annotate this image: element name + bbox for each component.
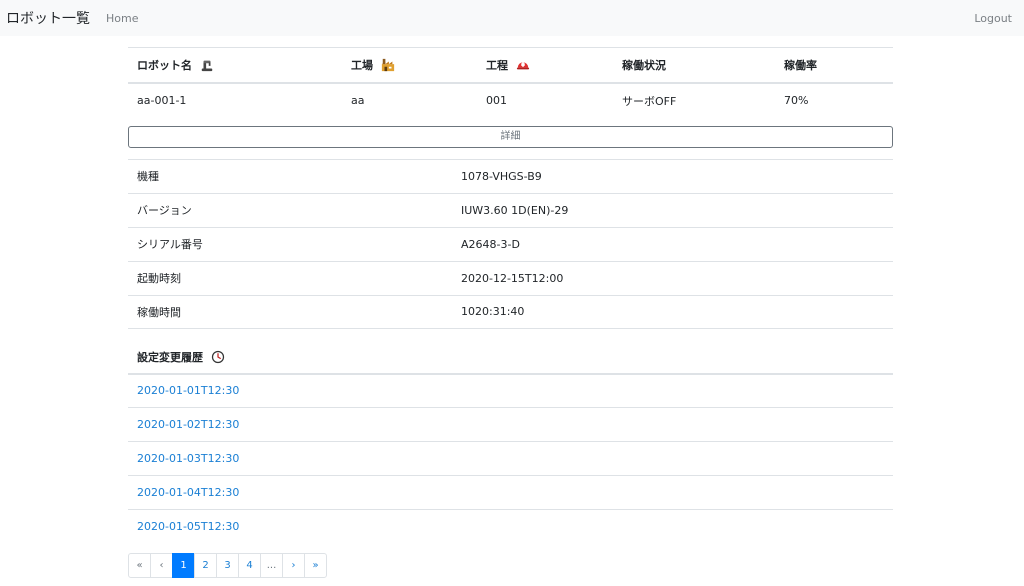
history-row: 2020-01-04T12:30: [128, 475, 893, 510]
navbar-brand[interactable]: ロボット一覧: [6, 8, 90, 28]
detail-row: バージョン IUW3.60 1D(EN)-29: [128, 192, 893, 227]
history-link[interactable]: 2020-01-02T12:30: [137, 418, 239, 431]
history-link[interactable]: 2020-01-05T12:30: [137, 520, 239, 533]
cell-status: サーボOFF: [622, 94, 677, 108]
main-content: ロボット名 工場 工程 稼働状況 稼働率 aa-001-1 aa 001 サーボ…: [128, 47, 893, 578]
header-label: 工場: [351, 58, 373, 72]
detail-button[interactable]: 詳細: [128, 125, 893, 148]
history-cell: 2020-01-01T12:30: [128, 373, 893, 408]
detail-label: 起動時刻: [128, 260, 452, 295]
detail-value: IUW3.60 1D(EN)-29: [452, 192, 893, 227]
page-last[interactable]: »: [304, 552, 327, 578]
header-status: 稼働状況: [613, 47, 775, 84]
robot-details-table: 機種 1078-VHGS-B9 バージョン IUW3.60 1D(EN)-29 …: [128, 158, 893, 329]
header-factory: 工場: [342, 47, 477, 84]
history-header-row: 設定変更履歴: [128, 340, 893, 375]
history-row: 2020-01-05T12:30: [128, 510, 893, 544]
history-link[interactable]: 2020-01-01T12:30: [137, 384, 239, 397]
detail-value: 1020:31:40: [452, 294, 893, 329]
helmet-icon: [516, 62, 529, 70]
summary-row: aa-001-1 aa 001 サーボOFF 70%: [128, 83, 893, 118]
nav-logout-link[interactable]: Logout: [974, 12, 1012, 25]
history-row: 2020-01-01T12:30: [128, 373, 893, 408]
header-process: 工程: [477, 47, 613, 84]
history-link[interactable]: 2020-01-03T12:30: [137, 452, 239, 465]
header-label: 工程: [486, 58, 508, 72]
cell-factory: aa: [351, 94, 365, 107]
robot-summary-table: ロボット名 工場 工程 稼働状況 稼働率 aa-001-1 aa 001 サーボ…: [128, 47, 893, 118]
history-title: 設定変更履歴: [128, 340, 893, 375]
detail-label: バージョン: [128, 192, 452, 227]
page-4[interactable]: 4: [238, 552, 261, 578]
cell-rate: 70%: [784, 94, 809, 107]
detail-row: 起動時刻 2020-12-15T12:00: [128, 260, 893, 295]
detail-value: A2648-3-D: [452, 226, 893, 261]
detail-value: 1078-VHGS-B9: [452, 158, 893, 193]
page-next[interactable]: ›: [282, 552, 305, 578]
pagination: « ‹ 1 2 3 4 ... › »: [128, 552, 893, 578]
detail-label: 稼働時間: [128, 294, 452, 329]
history-cell: 2020-01-05T12:30: [128, 510, 893, 544]
detail-label: 機種: [128, 158, 452, 193]
cell-process: 001: [486, 94, 507, 107]
arm-icon: [201, 60, 213, 71]
header-label: ロボット名: [137, 58, 192, 72]
history-cell: 2020-01-03T12:30: [128, 441, 893, 476]
detail-row: 稼働時間 1020:31:40: [128, 294, 893, 329]
page-prev[interactable]: ‹: [150, 552, 173, 578]
header-robot-name: ロボット名: [128, 47, 342, 84]
header-rate: 稼働率: [775, 47, 893, 84]
page-first[interactable]: «: [128, 552, 151, 578]
navbar: ロボット一覧 Home Logout: [0, 0, 1024, 36]
nav-home-link[interactable]: Home: [106, 12, 138, 25]
detail-row: 機種 1078-VHGS-B9: [128, 158, 893, 193]
factory-icon: [381, 58, 394, 71]
history-cell: 2020-01-04T12:30: [128, 475, 893, 510]
history-row: 2020-01-02T12:30: [128, 407, 893, 442]
page-1[interactable]: 1: [172, 552, 195, 578]
page-3[interactable]: 3: [216, 552, 239, 578]
detail-row: シリアル番号 A2648-3-D: [128, 226, 893, 261]
page-ellipsis: ...: [260, 552, 283, 578]
page-2[interactable]: 2: [194, 552, 217, 578]
history-row: 2020-01-03T12:30: [128, 441, 893, 476]
detail-label: シリアル番号: [128, 226, 452, 261]
clock-icon: [211, 350, 224, 363]
summary-header-row: ロボット名 工場 工程 稼働状況 稼働率: [128, 47, 893, 84]
history-title-label: 設定変更履歴: [137, 350, 203, 364]
detail-value: 2020-12-15T12:00: [452, 260, 893, 295]
history-link[interactable]: 2020-01-04T12:30: [137, 486, 239, 499]
settings-history-table: 設定変更履歴 2020-01-01T12:30 2020-01-02T12:30…: [128, 340, 893, 544]
history-cell: 2020-01-02T12:30: [128, 407, 893, 442]
cell-robot-name: aa-001-1: [137, 94, 187, 107]
